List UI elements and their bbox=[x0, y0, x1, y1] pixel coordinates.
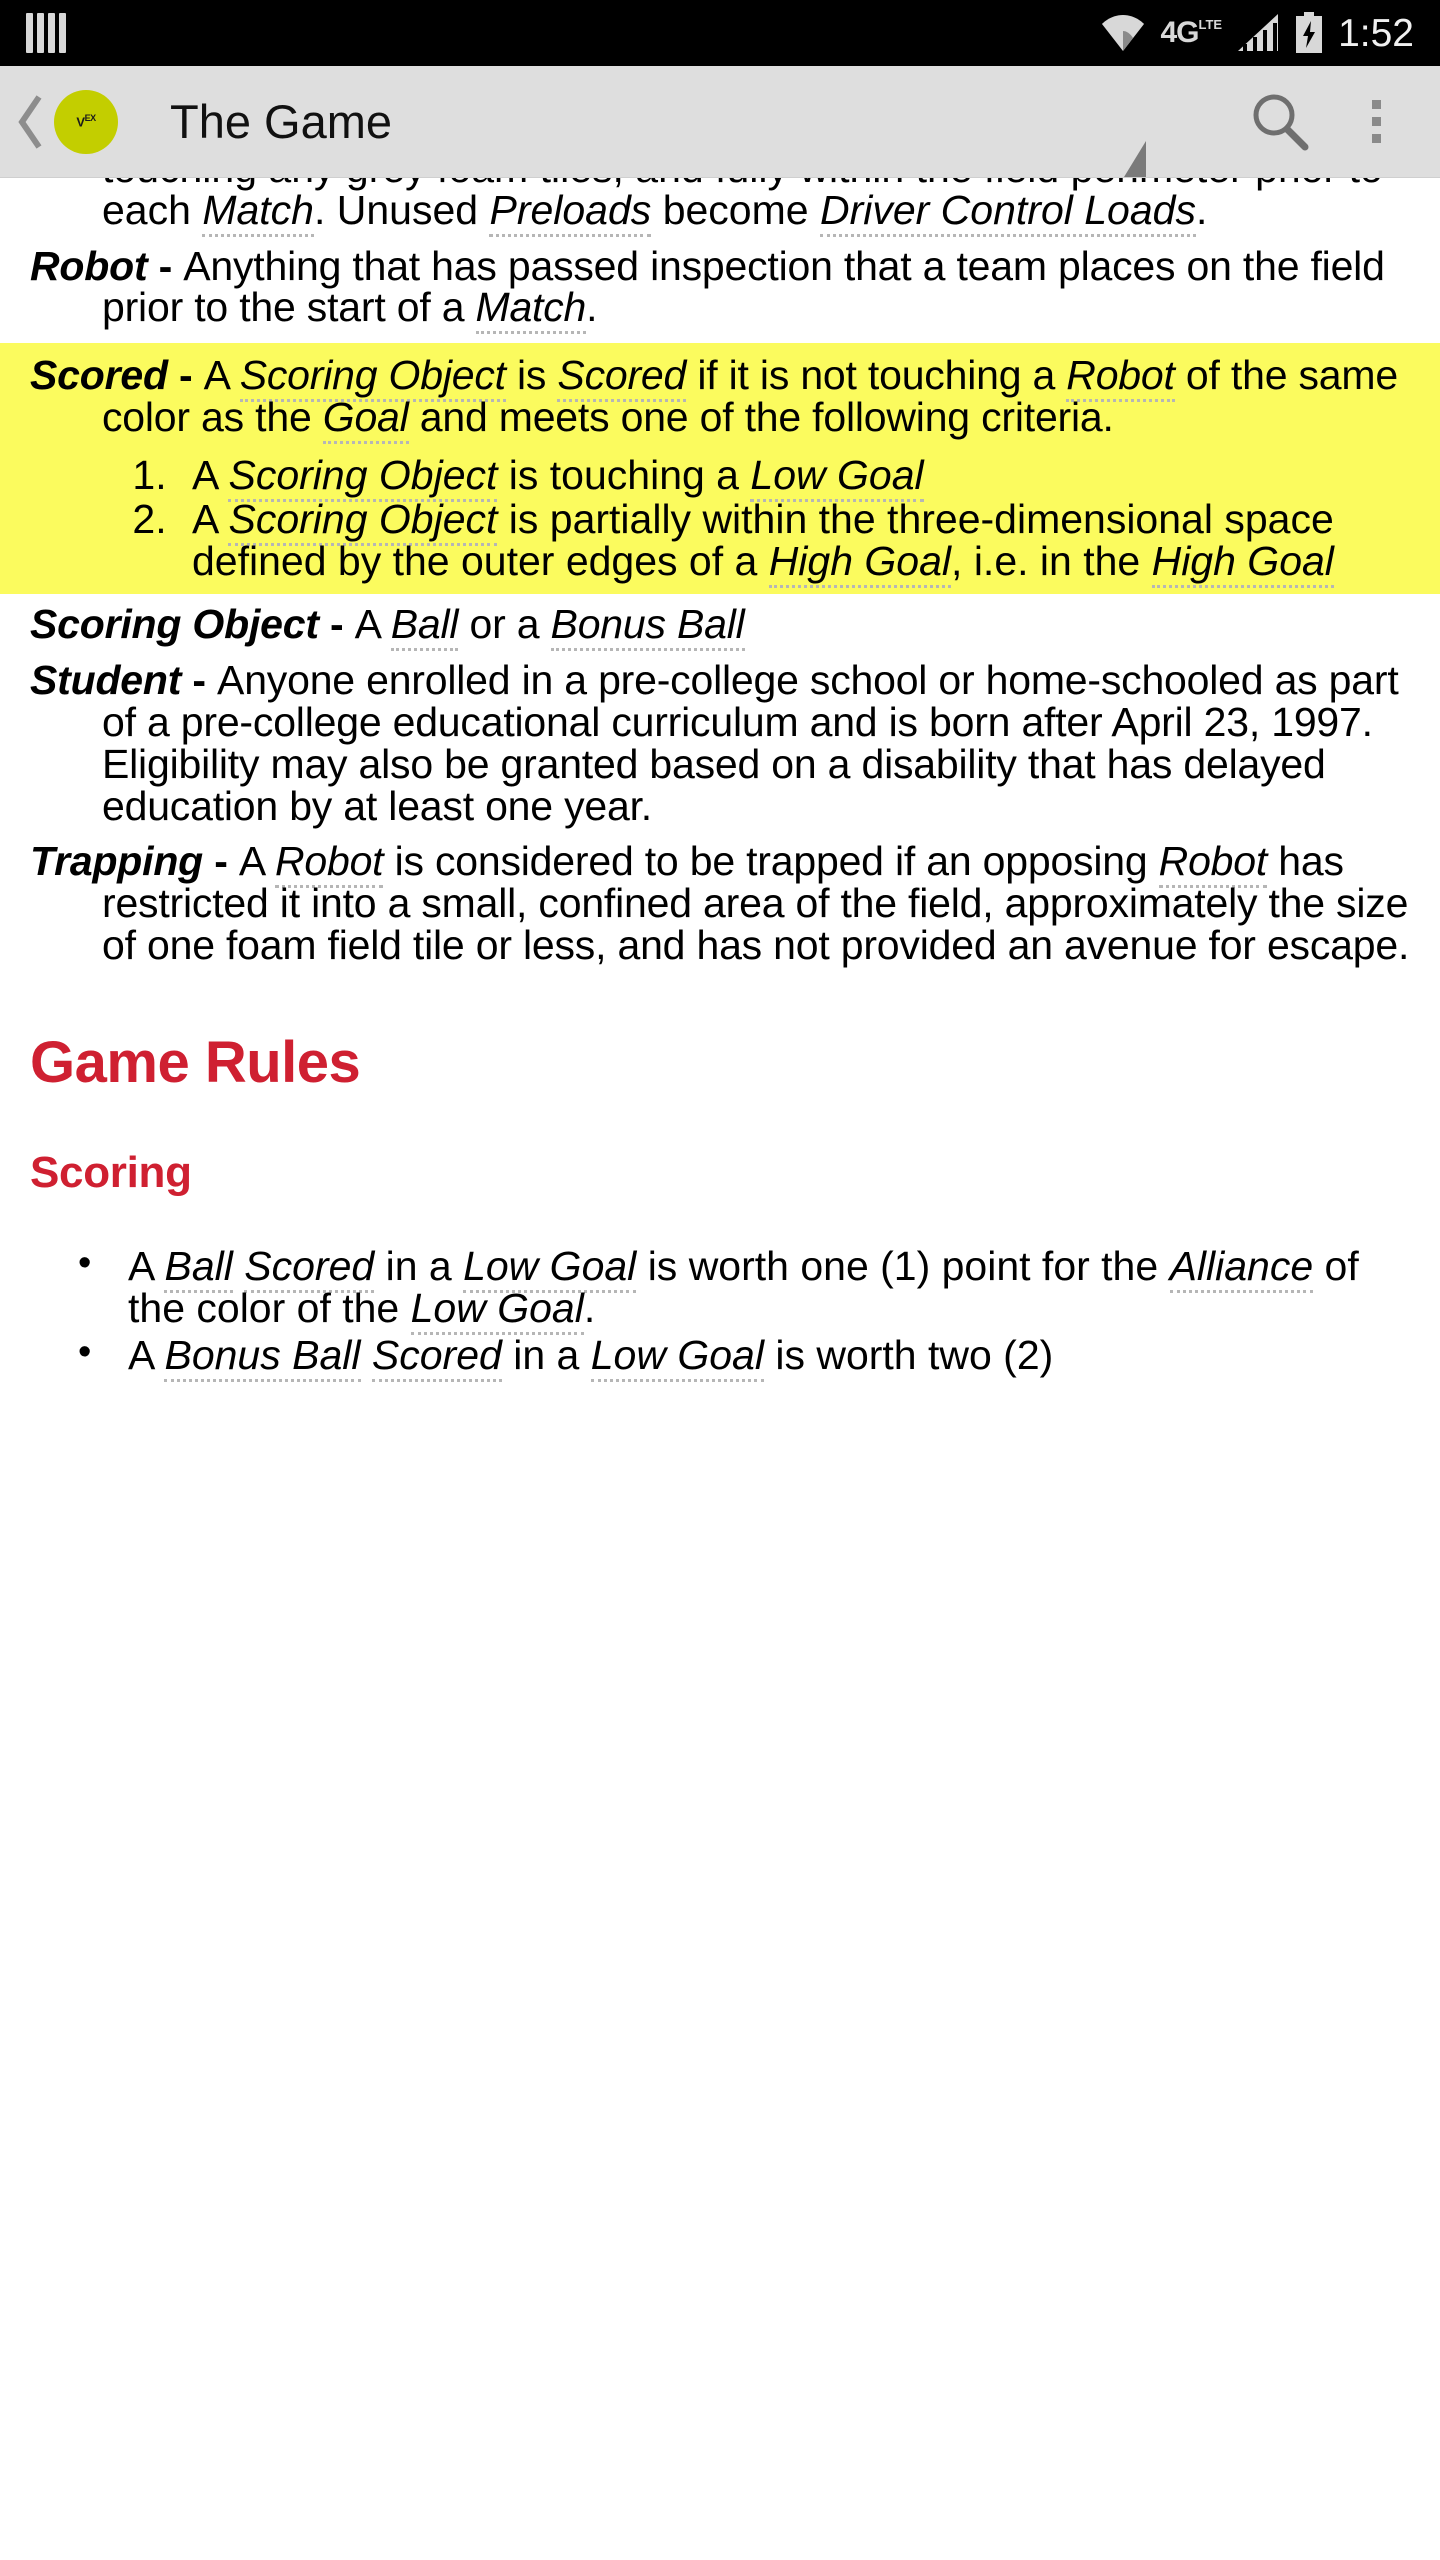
battery-charging-icon bbox=[1296, 12, 1323, 53]
bullet-space bbox=[361, 1332, 372, 1378]
wifi-icon bbox=[1102, 15, 1145, 51]
definition-student: Student - Anyone enrolled in a pre-colle… bbox=[30, 657, 1410, 829]
line-2-mid: . Unused bbox=[313, 186, 490, 233]
search-icon[interactable] bbox=[1238, 80, 1322, 164]
bullet-pre: A bbox=[128, 1242, 165, 1289]
bullet-mid-1: in a bbox=[374, 1242, 464, 1289]
glossary-term-driver-control-loads[interactable]: Driver Control Loads bbox=[819, 186, 1196, 237]
glossary-term-goal[interactable]: Goal bbox=[322, 394, 409, 445]
definition-body-pre: A bbox=[354, 601, 391, 648]
scored-criteria-list: A Scoring Object is touching a Low Goal … bbox=[0, 451, 1440, 588]
page-title: The Game bbox=[170, 95, 393, 148]
section-heading-game-rules: Game Rules bbox=[30, 1029, 361, 1095]
definition-term-scoring-object: Scoring Object bbox=[30, 601, 319, 648]
glossary-term-ball[interactable]: Ball bbox=[390, 601, 459, 652]
scroll-position-indicator[interactable] bbox=[1124, 141, 1146, 177]
glossary-term-match[interactable]: Match bbox=[202, 186, 314, 237]
bullet-pre: A bbox=[128, 1332, 165, 1379]
glossary-term-scoring-object[interactable]: Scoring Object bbox=[228, 451, 498, 502]
glossary-term-low-goal[interactable]: Low Goal bbox=[750, 451, 924, 502]
highlighted-definition-scored[interactable]: Scored - A Scoring Object is Scored if i… bbox=[0, 343, 1440, 595]
overflow-menu-icon[interactable] bbox=[1344, 80, 1408, 164]
definition-body: Anyone enrolled in a pre-college school … bbox=[102, 657, 1399, 829]
definition-trapping: Trapping - A Robot is considered to be t… bbox=[30, 838, 1410, 966]
list-item: A Ball Scored in a Low Goal is worth one… bbox=[30, 1242, 1410, 1335]
glossary-term-preloads[interactable]: Preloads bbox=[489, 186, 652, 237]
definition-body-pre: Anything that has passed inspection that… bbox=[102, 242, 1385, 331]
intro-mid-1: is bbox=[505, 352, 558, 399]
definition-term-robot: Robot bbox=[30, 242, 148, 289]
line-3-post: . bbox=[1195, 186, 1208, 233]
network-type-label: 4G LTE bbox=[1160, 16, 1223, 49]
bullet-mid-2: is worth two (2) bbox=[763, 1332, 1054, 1379]
scoring-bullet-list: A Ball Scored in a Low Goal is worth one… bbox=[30, 1242, 1410, 1383]
definition-dash: - bbox=[167, 352, 204, 399]
glossary-term-high-goal[interactable]: High Goal bbox=[768, 537, 952, 588]
back-chevron-icon[interactable] bbox=[10, 89, 52, 155]
glossary-term-scored[interactable]: Scored bbox=[371, 1332, 502, 1383]
glossary-term-low-goal[interactable]: Low Goal bbox=[410, 1284, 584, 1335]
line-3-pre: become bbox=[662, 186, 820, 233]
app-logo-text: VEX bbox=[76, 113, 96, 130]
action-bar: VEX The Game bbox=[0, 66, 1440, 178]
glossary-term-match[interactable]: Match bbox=[475, 284, 586, 335]
status-bar-clock: 1:52 bbox=[1338, 11, 1414, 55]
item-mid-1: is touching a bbox=[497, 451, 751, 498]
item-pre: A bbox=[192, 495, 229, 542]
definition-robot: Robot - Anything that has passed inspect… bbox=[30, 242, 1410, 335]
status-bar-left bbox=[26, 13, 66, 53]
sim-card-icon bbox=[26, 13, 66, 53]
definition-dash: - bbox=[203, 838, 239, 885]
glossary-term-alliance[interactable]: Alliance bbox=[1169, 1242, 1314, 1293]
definition-scored: Scored - A Scoring Object is Scored if i… bbox=[0, 352, 1440, 445]
definition-body-mid: is considered to be trapped if an opposi… bbox=[383, 838, 1159, 885]
item-mid-2: , i.e. in the bbox=[951, 537, 1152, 584]
intro-post: and meets one of the following criteria. bbox=[408, 394, 1114, 441]
definition-dash: - bbox=[181, 657, 218, 704]
document-body: touching any grey foam tiles, and fully … bbox=[0, 178, 1440, 1383]
glossary-term-bonus-ball[interactable]: Bonus Ball bbox=[164, 1332, 361, 1383]
definition-term-trapping: Trapping bbox=[30, 838, 204, 885]
definition-dash: - bbox=[318, 601, 355, 648]
status-bar-right: 4G LTE 1:52 bbox=[1100, 12, 1414, 54]
definition-term-student: Student bbox=[30, 657, 182, 704]
status-bar: 4G LTE 1:52 bbox=[0, 0, 1440, 66]
paragraph-preload-continued: touching any grey foam tiles, and fully … bbox=[30, 178, 1410, 237]
list-item: A Scoring Object is touching a Low Goal bbox=[178, 451, 1440, 502]
document-scroll-area[interactable]: touching any grey foam tiles, and fully … bbox=[0, 178, 1440, 2559]
definition-term-scored: Scored bbox=[30, 352, 168, 399]
definition-body-post: . bbox=[586, 284, 598, 331]
item-pre: A bbox=[192, 451, 229, 498]
definition-scoring-object: Scoring Object - A Ball or a Bonus Ball bbox=[30, 601, 1410, 652]
definition-body-mid: or a bbox=[458, 601, 551, 648]
definition-dash: - bbox=[147, 242, 184, 289]
sub-heading-scoring: Scoring bbox=[30, 1147, 192, 1197]
definition-body-pre: A bbox=[238, 838, 275, 885]
glossary-term-bonus-ball[interactable]: Bonus Ball bbox=[550, 601, 745, 652]
intro-pre: A bbox=[203, 352, 240, 399]
bullet-mid-2: is worth one (1) point for the bbox=[636, 1242, 1170, 1289]
glossary-term-low-goal[interactable]: Low Goal bbox=[590, 1332, 764, 1383]
intro-mid-2: if it is not touching a bbox=[686, 352, 1067, 399]
list-item: A Scoring Object is partially within the… bbox=[178, 495, 1440, 588]
cellular-signal-icon bbox=[1238, 14, 1279, 51]
list-item: A Bonus Ball Scored in a Low Goal is wor… bbox=[30, 1332, 1410, 1383]
glossary-term-high-goal[interactable]: High Goal bbox=[1151, 537, 1334, 588]
app-logo-icon[interactable]: VEX bbox=[54, 89, 118, 154]
bullet-mid-1: in a bbox=[501, 1332, 591, 1379]
bullet-post: . bbox=[583, 1284, 596, 1331]
bullet-space bbox=[233, 1243, 244, 1289]
